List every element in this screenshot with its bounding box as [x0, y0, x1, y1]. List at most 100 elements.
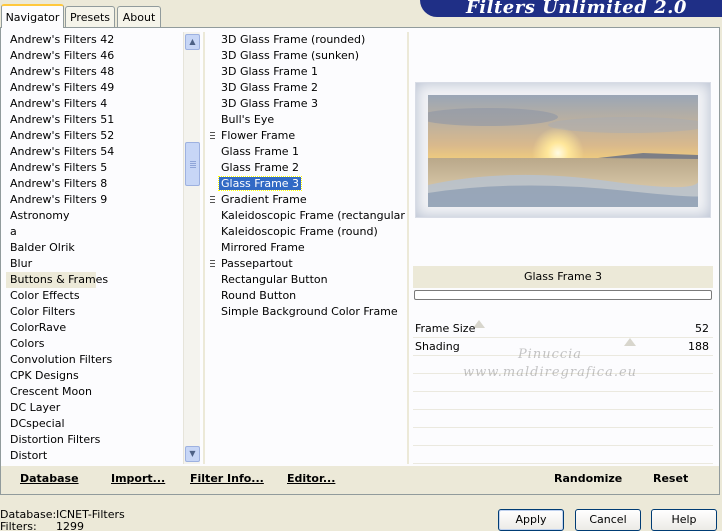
filter-label: Bull's Eye [221, 113, 275, 126]
filter-item[interactable]: 3D Glass Frame 1 [210, 64, 405, 80]
category-item[interactable]: Colors [6, 336, 182, 352]
category-item[interactable]: Crescent Moon [6, 384, 182, 400]
category-item[interactable]: Astronomy [6, 208, 182, 224]
filter-label: Flower Frame [221, 129, 296, 142]
filter-name-display: Glass Frame 3 [413, 266, 713, 288]
filter-label: Simple Background Color Frame [221, 305, 398, 318]
category-item[interactable]: Buttons & Frames [6, 272, 108, 288]
filter-item[interactable]: Kaleidoscopic Frame (round) [210, 224, 405, 240]
filter-label: Rectangular Button [221, 273, 328, 286]
category-item[interactable]: Andrew's Filters 52 [6, 128, 182, 144]
scroll-thumb[interactable] [185, 142, 200, 186]
help-button[interactable]: Help [651, 509, 717, 531]
grip-icon [210, 196, 215, 205]
filter-label: Kaleidoscopic Frame (rectangular) [221, 209, 405, 222]
filter-label: 3D Glass Frame 1 [221, 65, 319, 78]
watermark: Pinuccia www.maldiregrafica.eu [462, 347, 638, 380]
category-item[interactable]: Andrew's Filters 4 [6, 96, 182, 112]
parameter-value: 188 [688, 340, 709, 353]
category-item[interactable]: Convolution Filters [6, 352, 182, 368]
category-item[interactable]: Andrew's Filters 49 [6, 80, 182, 96]
database-button[interactable]: Database [20, 470, 79, 488]
category-item[interactable]: Andrew's Filters 48 [6, 64, 182, 80]
filter-info-button[interactable]: Filter Info... [190, 470, 264, 488]
category-item[interactable]: Andrew's Filters 42 [6, 32, 182, 48]
category-item[interactable]: Distortion Filters [6, 432, 182, 448]
filter-item[interactable]: Glass Frame 2 [210, 160, 405, 176]
filter-item[interactable]: Glass Frame 3 [210, 176, 405, 192]
category-item[interactable]: Andrew's Filters 8 [6, 176, 182, 192]
filter-item[interactable]: Mirrored Frame [210, 240, 405, 256]
slider-marker-icon[interactable] [624, 338, 637, 346]
filter-label: Glass Frame 3 [217, 176, 303, 191]
brand-banner: Filters Unlimited 2.0 [420, 0, 722, 17]
category-item[interactable]: Andrew's Filters 54 [6, 144, 182, 160]
parameter-row [413, 446, 713, 464]
editor-button[interactable]: Editor... [287, 470, 335, 488]
reset-button[interactable]: Reset [653, 470, 688, 488]
category-list[interactable]: Andrew's Filters 42 Andrew's Filters 46 An… [6, 32, 182, 464]
import-button[interactable]: Import... [111, 470, 165, 488]
filter-item[interactable]: 3D Glass Frame (rounded) [210, 32, 405, 48]
filter-item[interactable]: Flower Frame [210, 128, 405, 144]
filter-label: Gradient Frame [221, 193, 307, 206]
category-item[interactable]: a [6, 224, 182, 240]
preview-area [413, 32, 713, 264]
tab-about[interactable]: About [117, 6, 161, 27]
scroll-down-button[interactable]: ▼ [185, 446, 200, 462]
filter-item[interactable]: Passepartout [210, 256, 405, 272]
cancel-button[interactable]: Cancel [575, 509, 641, 531]
filter-list[interactable]: 3D Glass Frame (rounded) 3D Glass Frame (… [210, 32, 405, 464]
parameter-value: 52 [695, 322, 709, 335]
category-item[interactable]: Andrew's Filters 46 [6, 48, 182, 64]
parameter-label: Frame Size [415, 322, 476, 335]
category-item[interactable]: Andrew's Filters 5 [6, 160, 182, 176]
filter-label: 3D Glass Frame (rounded) [221, 33, 366, 46]
filter-item[interactable]: Gradient Frame [210, 192, 405, 208]
category-item[interactable]: Balder Olrik [6, 240, 182, 256]
category-item[interactable]: CPK Designs [6, 368, 182, 384]
parameter-row[interactable]: Frame Size 52 [413, 320, 713, 338]
scroll-up-button[interactable]: ▲ [185, 34, 200, 50]
filter-label: Mirrored Frame [221, 241, 305, 254]
randomize-button[interactable]: Randomize [554, 470, 622, 488]
divider [407, 32, 409, 464]
filter-item[interactable]: 3D Glass Frame (sunken) [210, 48, 405, 64]
parameter-row [413, 410, 713, 428]
parameter-row [413, 428, 713, 446]
category-scrollbar[interactable]: ▲ ▼ [183, 32, 200, 464]
parameter-panel[interactable]: Frame Size 52 Shading 188 [413, 320, 713, 464]
filter-item[interactable]: 3D Glass Frame 2 [210, 80, 405, 96]
filter-label: Kaleidoscopic Frame (round) [221, 225, 378, 238]
filter-item[interactable]: 3D Glass Frame 3 [210, 96, 405, 112]
status-filter-count: Filters: 1299 [0, 520, 84, 531]
filter-item[interactable]: Rectangular Button [210, 272, 405, 288]
category-item[interactable]: Andrew's Filters 51 [6, 112, 182, 128]
grip-icon [210, 260, 215, 269]
category-item[interactable]: Andrew's Filters 9 [6, 192, 182, 208]
grip-icon [210, 132, 215, 141]
category-item[interactable]: Color Filters [6, 304, 182, 320]
category-item[interactable]: Blur [6, 256, 182, 272]
filter-label: Round Button [221, 289, 297, 302]
filter-item[interactable]: Glass Frame 1 [210, 144, 405, 160]
filter-label: 3D Glass Frame 2 [221, 81, 319, 94]
filter-label: 3D Glass Frame (sunken) [221, 49, 359, 62]
preview-image [415, 82, 711, 218]
category-item[interactable]: ColorRave [6, 320, 182, 336]
divider [203, 32, 205, 464]
tab-navigator[interactable]: Navigator [1, 4, 64, 28]
filter-label: Glass Frame 2 [221, 161, 300, 174]
category-item[interactable]: DCspecial [6, 416, 182, 432]
apply-button[interactable]: Apply [498, 509, 564, 531]
tab-presets[interactable]: Presets [65, 6, 115, 27]
category-item[interactable]: Color Effects [6, 288, 182, 304]
filter-item[interactable]: Bull's Eye [210, 112, 405, 128]
filter-item[interactable]: Simple Background Color Frame [210, 304, 405, 320]
category-item[interactable]: Distort [6, 448, 182, 464]
filter-item[interactable]: Round Button [210, 288, 405, 304]
category-item[interactable]: DC Layer [6, 400, 182, 416]
filter-label: 3D Glass Frame 3 [221, 97, 319, 110]
filter-item[interactable]: Kaleidoscopic Frame (rectangular) [210, 208, 405, 224]
parameter-row [413, 392, 713, 410]
